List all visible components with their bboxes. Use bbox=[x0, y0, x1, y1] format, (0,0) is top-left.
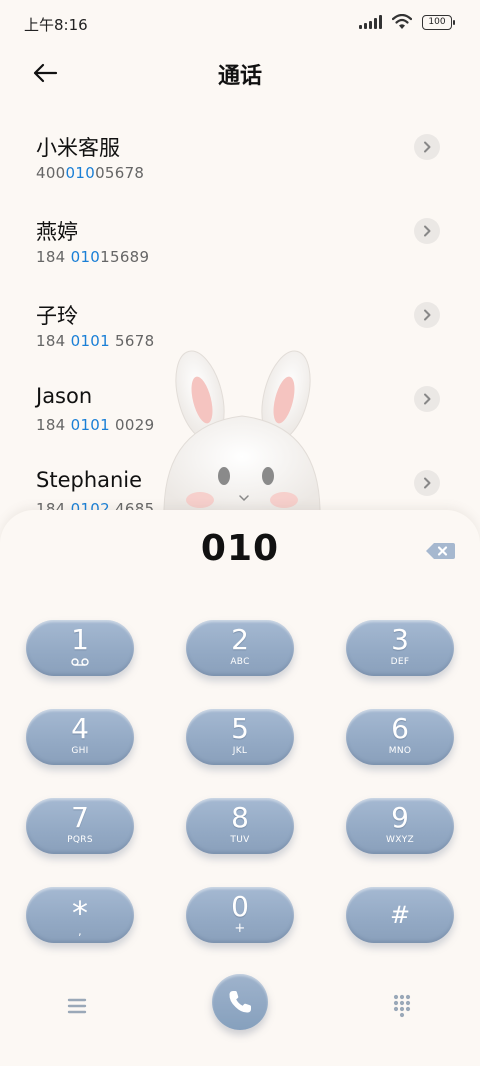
key-0[interactable]: 0 + bbox=[186, 887, 294, 943]
contact-number: 40001005678 bbox=[36, 164, 145, 182]
signal-icon bbox=[359, 15, 382, 29]
contact-number: 184 01015689 bbox=[36, 248, 150, 266]
key-1[interactable]: 1 bbox=[26, 620, 134, 676]
status-icons: 100 bbox=[359, 14, 455, 30]
contact-detail-button[interactable] bbox=[414, 302, 440, 328]
contact-name: 小米客服 bbox=[36, 136, 120, 160]
key-9[interactable]: 9 WXYZ bbox=[346, 798, 454, 854]
contact-detail-button[interactable] bbox=[414, 218, 440, 244]
contact-name: Stephanie bbox=[36, 468, 143, 492]
contact-detail-button[interactable] bbox=[414, 470, 440, 496]
key-6[interactable]: 6 MNO bbox=[346, 709, 454, 765]
list-item[interactable]: 燕婷 184 01015689 bbox=[0, 202, 480, 286]
phone-icon bbox=[229, 991, 251, 1013]
key-3[interactable]: 3 DEF bbox=[346, 620, 454, 676]
menu-button[interactable] bbox=[64, 994, 92, 1018]
bunny-mascot-illustration bbox=[163, 350, 321, 518]
key-7[interactable]: 7 PQRS bbox=[26, 798, 134, 854]
dialer-screen: 上午8:16 100 通话 小米客服 40001005678 燕婷 184 01… bbox=[0, 0, 480, 1066]
chevron-right-icon bbox=[424, 141, 431, 153]
menu-icon bbox=[67, 998, 87, 1014]
key-star[interactable]: * , bbox=[26, 887, 134, 943]
status-time: 上午8:16 bbox=[24, 16, 88, 34]
key-5[interactable]: 5 JKL bbox=[186, 709, 294, 765]
wifi-icon bbox=[392, 14, 412, 29]
keypad-toggle-button[interactable] bbox=[388, 992, 416, 1020]
contact-detail-button[interactable] bbox=[414, 386, 440, 412]
contact-name: Jason bbox=[36, 384, 93, 408]
keypad-icon bbox=[393, 994, 411, 1018]
contact-name: 子玲 bbox=[36, 304, 78, 328]
chevron-right-icon bbox=[424, 393, 431, 405]
voicemail-icon bbox=[71, 658, 89, 666]
contact-number: 184 0101 5678 bbox=[36, 332, 155, 350]
chevron-right-icon bbox=[424, 225, 431, 237]
dialer-panel: 010 1 2 ABC 3 DEF 4 GHI 5 JKL 6 MNO 7 PQ… bbox=[0, 510, 480, 1066]
contact-detail-button[interactable] bbox=[414, 134, 440, 160]
header: 通话 bbox=[0, 46, 480, 100]
backspace-button[interactable] bbox=[424, 540, 456, 562]
backspace-icon bbox=[426, 543, 455, 559]
dialed-number-display[interactable]: 010 bbox=[0, 528, 480, 569]
chevron-right-icon bbox=[424, 309, 431, 321]
status-bar: 上午8:16 100 bbox=[0, 0, 480, 46]
key-8[interactable]: 8 TUV bbox=[186, 798, 294, 854]
key-hash[interactable]: # bbox=[346, 887, 454, 943]
battery-icon: 100 bbox=[422, 14, 455, 30]
contact-name: 燕婷 bbox=[36, 220, 78, 244]
key-2[interactable]: 2 ABC bbox=[186, 620, 294, 676]
dialer-bottom-bar bbox=[0, 970, 480, 1040]
key-4[interactable]: 4 GHI bbox=[26, 709, 134, 765]
page-title: 通话 bbox=[217, 64, 262, 89]
list-item[interactable]: 小米客服 40001005678 bbox=[0, 118, 480, 202]
chevron-right-icon bbox=[424, 477, 431, 489]
contact-number: 184 0101 0029 bbox=[36, 416, 155, 434]
call-button[interactable] bbox=[212, 974, 268, 1030]
